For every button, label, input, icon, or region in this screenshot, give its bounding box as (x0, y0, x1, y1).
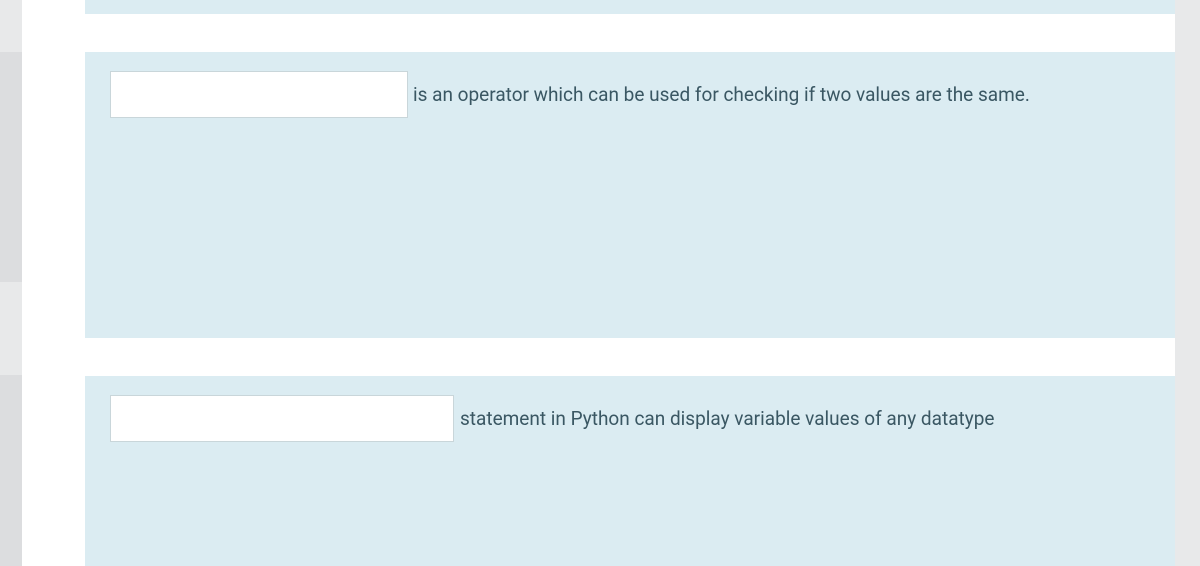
question-strip-top (85, 0, 1181, 14)
question-text-1: is an operator which can be used for che… (413, 83, 1030, 106)
page-container: is an operator which can be used for che… (0, 0, 1200, 566)
answer-input-1[interactable] (110, 71, 408, 118)
content-area: is an operator which can be used for che… (22, 0, 1175, 566)
left-sidebar-tab-2 (0, 375, 22, 566)
right-margin (1175, 0, 1200, 566)
question-text-2: statement in Python can display variable… (460, 407, 994, 430)
answer-input-2[interactable] (110, 395, 454, 442)
left-sidebar-tab-1 (0, 52, 22, 282)
